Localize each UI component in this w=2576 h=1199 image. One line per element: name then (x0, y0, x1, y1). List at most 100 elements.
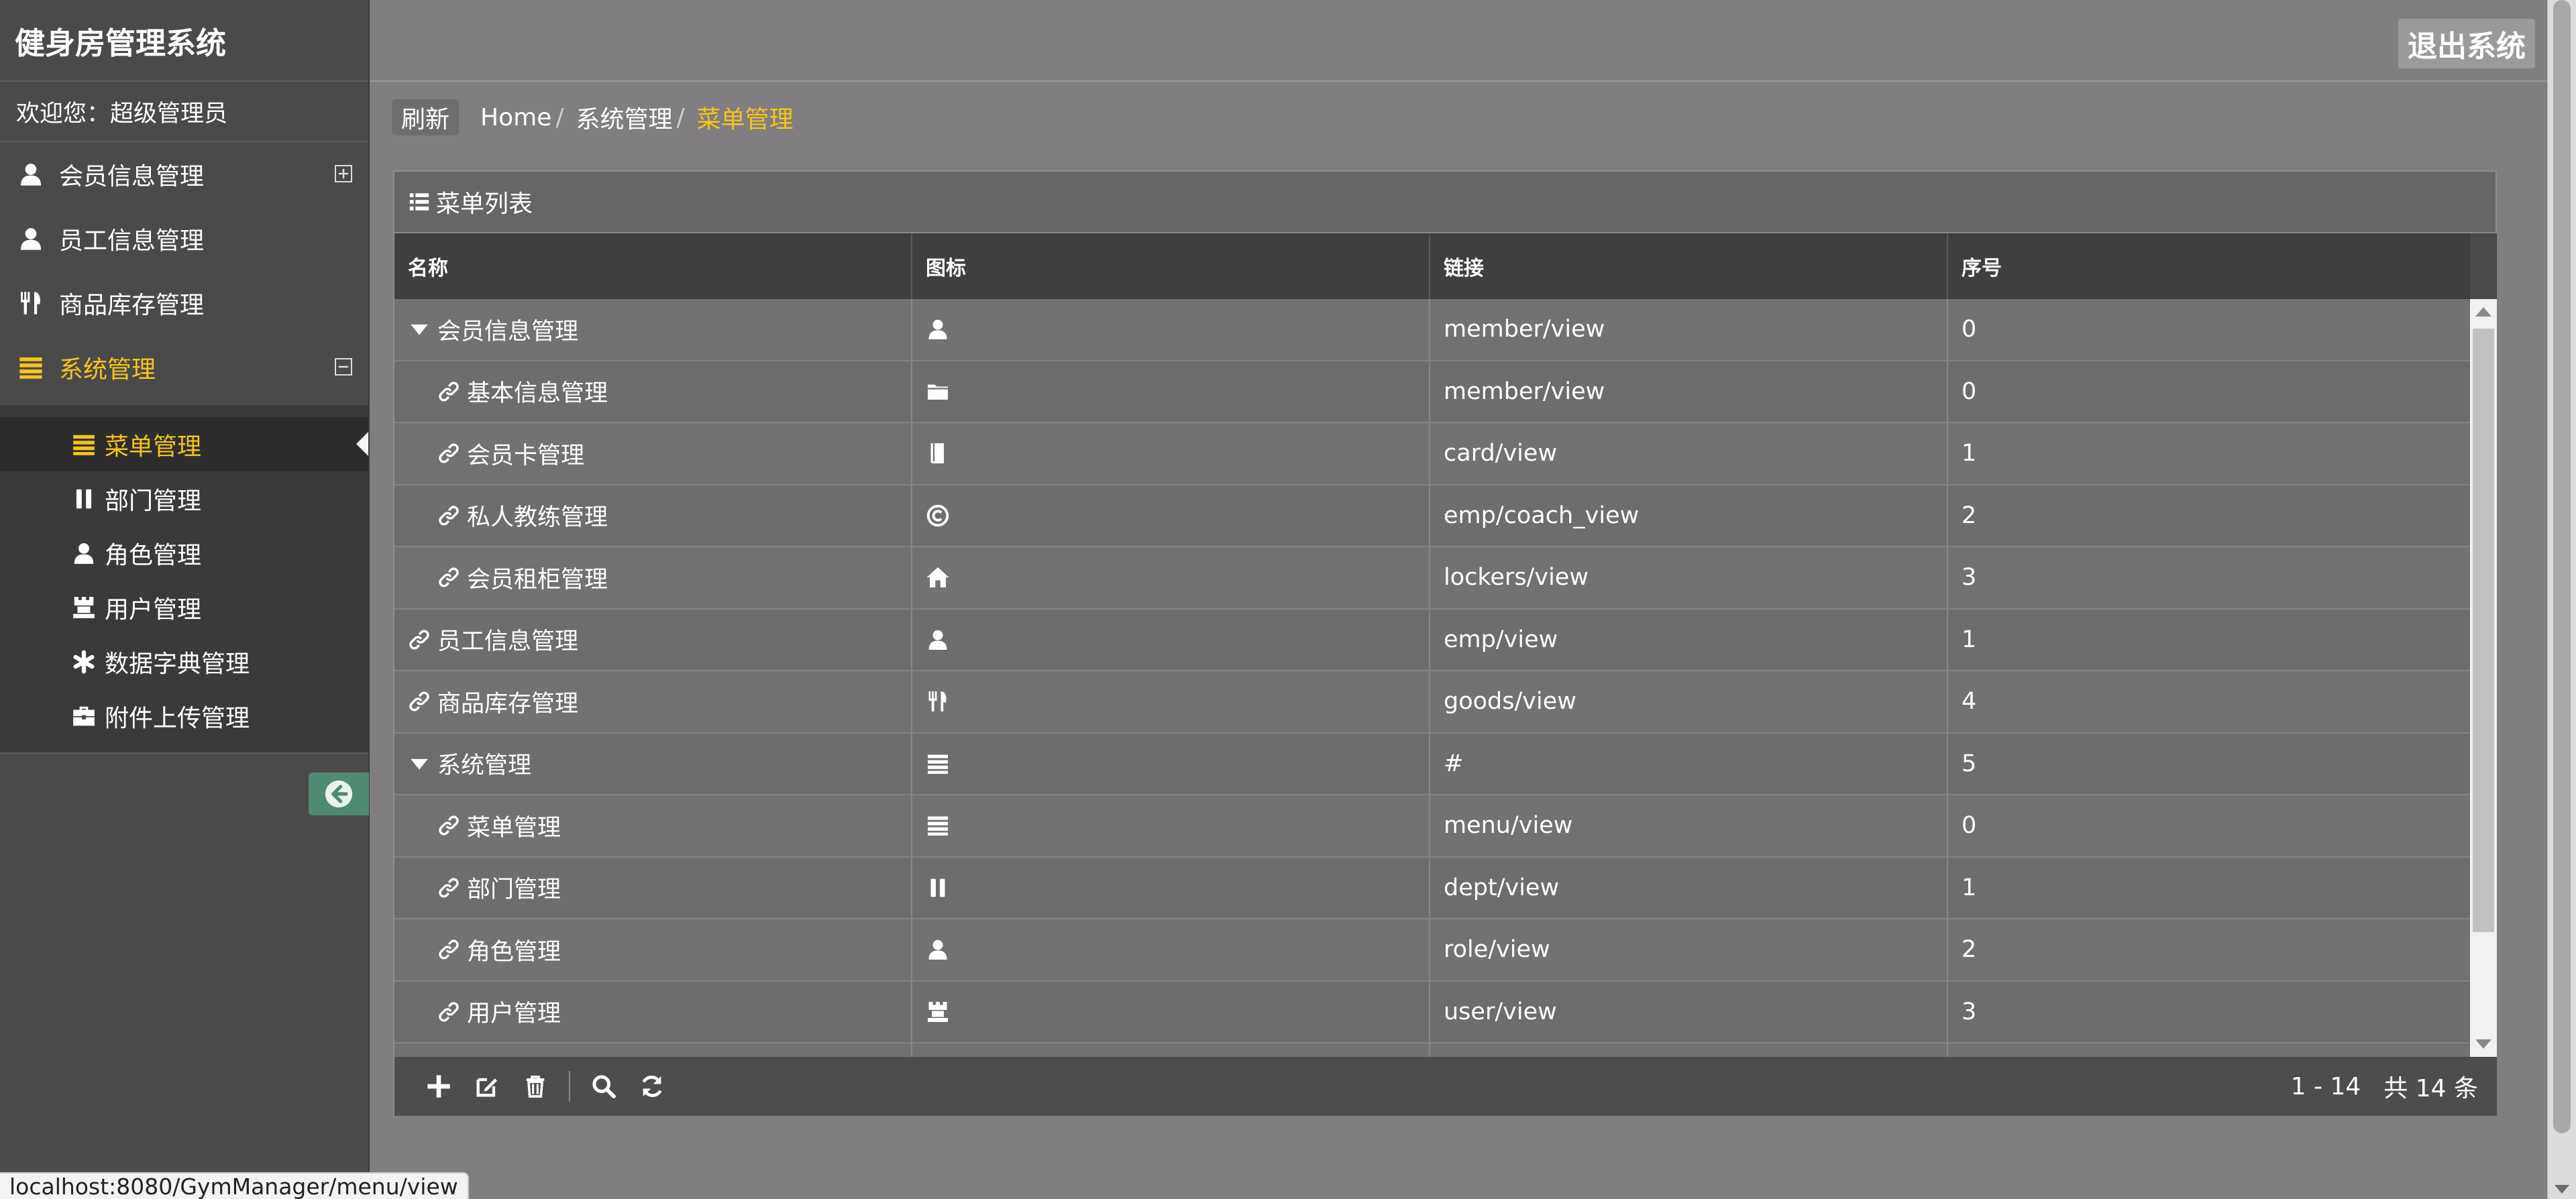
cell-order: 3 (1962, 564, 1977, 591)
sidebar-submenu: 菜单管理部门管理 角色管理用户管理数据字典管理 附件上传管理 (0, 405, 368, 754)
scrollbar-thumb[interactable] (2473, 329, 2494, 932)
cell-name: 系统管理 (394, 733, 912, 794)
app-title: 健身房管理系统 (0, 0, 368, 82)
row-name: 会员信息管理 (437, 318, 579, 345)
top-bar: 退出系统 (370, 0, 2547, 82)
submenu-item-2[interactable]: 角色管理 (0, 526, 368, 580)
submenu-item-1[interactable]: 部门管理 (0, 471, 368, 526)
table-row[interactable]: 系统管理 #5 (394, 733, 2470, 795)
row-name: 基本信息管理 (467, 380, 608, 408)
submenu-item-4[interactable]: 数据字典管理 (0, 634, 368, 689)
user-icon (926, 628, 950, 652)
submenu-item-3[interactable]: 用户管理 (0, 580, 368, 634)
column-header-order[interactable]: 序号 (1948, 233, 2470, 299)
list-icon (926, 752, 950, 776)
cell-order: 0 (1962, 316, 1977, 343)
table-row[interactable]: 菜单管理 menu/view 0 (394, 795, 2470, 858)
scroll-up-arrow[interactable] (2475, 307, 2491, 317)
cell-icon (912, 423, 1430, 484)
grid-body: 会员信息管理 member/view 0 基本信息管理 member/view 0 会员卡管… (394, 299, 2470, 1057)
table-row[interactable]: 基本信息管理 member/view 0 (394, 361, 2470, 423)
table-row[interactable] (394, 1043, 2470, 1057)
table-row[interactable]: 用户管理 user/view 3 (394, 981, 2470, 1043)
table-row[interactable]: 商品库存管理 goods/view 4 (394, 671, 2470, 734)
cutlery-icon (17, 290, 44, 317)
refresh-button[interactable]: 刷新 (392, 99, 460, 135)
welcome-text: 欢迎您：超级管理员 (0, 82, 368, 142)
plus-icon (427, 1075, 450, 1098)
expand-icon[interactable] (335, 165, 352, 182)
grid-scrollbar[interactable] (2470, 299, 2497, 1057)
submenu-item-label: 菜单管理 (105, 433, 202, 461)
cell-link: dept/view (1430, 857, 1948, 918)
table-row[interactable]: 会员卡管理 card/view 1 (394, 423, 2470, 486)
page-total: 共 14 条 (2383, 1075, 2478, 1102)
panel-title: 菜单列表 (436, 190, 533, 218)
sidebar: 健身房管理系统 欢迎您：超级管理员 会员信息管理员工信息管理 商品库存管理系统管理… (0, 0, 370, 1199)
table-row[interactable]: 角色管理 role/view 2 (394, 919, 2470, 982)
sidebar-item-label: 员工信息管理 (59, 227, 205, 255)
cell-icon (912, 361, 1430, 422)
briefcase-icon (71, 703, 97, 729)
cell-link: menu/view (1430, 795, 1948, 856)
sidebar-item-1[interactable]: 员工信息管理 (0, 207, 368, 271)
scroll-down-arrow[interactable] (2475, 1039, 2491, 1049)
logout-button[interactable]: 退出系统 (2398, 19, 2535, 68)
sidebar-item-2[interactable]: 商品库存管理 (0, 271, 368, 335)
caret-down-icon[interactable] (408, 318, 431, 341)
cell-order: 1 (1962, 874, 1977, 901)
column-header-name[interactable]: 名称 (394, 233, 912, 299)
user-icon (926, 937, 950, 962)
page-scrollbar[interactable] (2547, 0, 2576, 1199)
submenu-item-0[interactable]: 菜单管理 (0, 417, 368, 471)
collapse-sidebar-button[interactable] (309, 773, 369, 815)
cell-link: card/view (1430, 423, 1948, 484)
edit-button[interactable] (463, 1062, 511, 1110)
cell-name: 基本信息管理 (394, 361, 912, 422)
submenu-item-5[interactable]: 附件上传管理 (0, 689, 368, 743)
cell-name: 员工信息管理 (394, 609, 912, 670)
table-row[interactable]: 会员租柜管理 lockers/view 3 (394, 547, 2470, 610)
home-icon (926, 565, 950, 589)
toolbar-separator (569, 1071, 570, 1102)
column-header-link[interactable]: 链接 (1430, 233, 1948, 299)
copyright-icon (926, 504, 950, 528)
asterisk-icon (71, 649, 97, 675)
table-row[interactable]: 部门管理 dept/view 1 (394, 857, 2470, 919)
page-scrollbar-thumb[interactable] (2553, 0, 2571, 1133)
link-icon (437, 442, 460, 465)
cell-order: 5 (1962, 750, 1977, 777)
list-icon (71, 432, 97, 457)
pause-icon (71, 486, 97, 512)
sidebar-item-0[interactable]: 会员信息管理 (0, 142, 368, 207)
add-button[interactable] (415, 1062, 463, 1110)
cell-name: 商品库存管理 (394, 671, 912, 732)
cell-icon (912, 795, 1430, 856)
grid-toolbar: 1 - 14 共 14 条 (394, 1057, 2497, 1116)
breadcrumb-home[interactable]: Home (480, 104, 551, 131)
delete-button[interactable] (511, 1062, 559, 1110)
folder-icon (926, 380, 950, 404)
grid-header: 名称 图标 链接 序号 (394, 233, 2470, 299)
search-button[interactable] (580, 1062, 628, 1110)
submenu-item-label: 用户管理 (105, 595, 202, 624)
sidebar-item-label: 商品库存管理 (59, 292, 205, 319)
sidebar-nav: 会员信息管理员工信息管理 商品库存管理系统管理 (0, 142, 368, 400)
breadcrumb-parent[interactable]: 系统管理 (576, 100, 672, 135)
link-icon (437, 814, 460, 837)
cell-link: member/view (1430, 361, 1948, 422)
table-row[interactable]: 私人教练管理 emp/coach_view 2 (394, 485, 2470, 547)
tower-icon (926, 1000, 950, 1024)
table-row[interactable]: 员工信息管理 emp/view 1 (394, 609, 2470, 671)
table-row[interactable]: 会员信息管理 member/view 0 (394, 299, 2470, 361)
cell-order: 4 (1962, 688, 1977, 716)
caret-down-icon[interactable] (408, 752, 431, 775)
collapse-icon[interactable] (335, 358, 352, 376)
cell-name: 部门管理 (394, 857, 912, 918)
cell-order: 2 (1962, 502, 1977, 529)
page-scroll-down-arrow[interactable] (2555, 1185, 2569, 1194)
column-header-icon[interactable]: 图标 (912, 233, 1430, 299)
reload-button[interactable] (628, 1062, 676, 1110)
sidebar-item-3[interactable]: 系统管理 (0, 335, 368, 400)
cell-link: emp/view (1430, 609, 1948, 670)
